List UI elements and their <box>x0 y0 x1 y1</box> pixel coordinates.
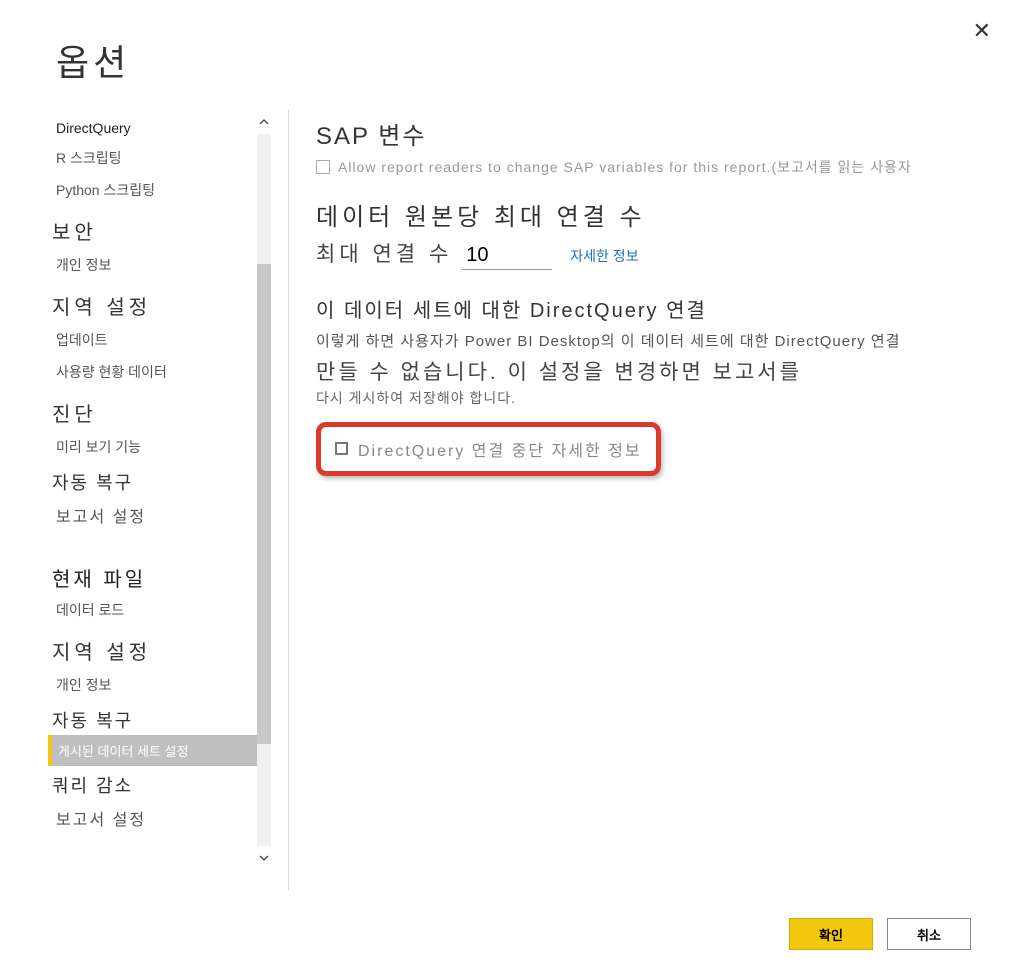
scroll-track[interactable] <box>257 134 271 846</box>
max-conn-row: 최대 연결 수 자세한 정보 <box>316 238 978 270</box>
dq-desc-line2: 만들 수 없습니다. 이 설정을 변경하면 보고서를 <box>316 356 978 386</box>
sidebar-item-python-scripting[interactable]: Python 스크립팅 <box>48 174 268 206</box>
max-conn-more-link[interactable]: 자세한 정보 <box>570 246 638 266</box>
sidebar-item-auto-recovery-2[interactable]: 자동 복구 <box>48 701 268 735</box>
sidebar-item-published-dataset-settings[interactable]: 게시된 데이터 세트 설정 <box>48 735 268 766</box>
sidebar-item-privacy-2[interactable]: 개인 정보 <box>48 669 268 701</box>
dq-section-title: 이 데이터 세트에 대한 DirectQuery 연결 <box>316 294 978 323</box>
max-conn-title: 데이터 원본당 최대 연결 수 <box>316 197 978 232</box>
sidebar-heading-current-file: 현재 파일 <box>48 557 268 594</box>
sap-checkbox-row: Allow report readers to change SAP varia… <box>316 157 978 177</box>
scroll-up-icon[interactable] <box>254 110 274 134</box>
sidebar-heading-regional-2[interactable]: 지역 설정 <box>48 626 268 669</box>
vertical-divider <box>288 110 289 890</box>
scroll-thumb[interactable] <box>257 264 271 744</box>
sidebar-scrollbar[interactable] <box>254 110 274 870</box>
sidebar-item-auto-recovery[interactable]: 자동 복구 <box>48 463 268 497</box>
dq-disconnect-checkbox[interactable] <box>335 442 348 455</box>
sidebar-heading-security[interactable]: 보안 <box>48 206 268 249</box>
dq-disconnect-label: DirectQuery 연결 중단 자세한 정보 <box>358 437 642 461</box>
sap-section-title: SAP 변수 <box>316 116 978 151</box>
ok-button[interactable]: 확인 <box>789 918 873 950</box>
sidebar-item-r-scripting[interactable]: R 스크립팅 <box>48 142 268 174</box>
sidebar-item-update[interactable]: 업데이트 <box>48 324 268 356</box>
max-conn-input[interactable] <box>462 242 552 270</box>
sidebar-item-data-load[interactable]: 데이터 로드 <box>48 594 268 626</box>
sidebar-item-usage-data[interactable]: 사용량 현황 데이터 <box>48 356 268 388</box>
dq-desc-line1: 이렇게 하면 사용자가 Power BI Desktop의 이 데이터 세트에 … <box>316 331 978 354</box>
footer-buttons: 확인 취소 <box>789 918 971 950</box>
sidebar-item-privacy[interactable]: 개인 정보 <box>48 249 268 281</box>
sidebar-item-report-settings-2[interactable]: 보고서 설정 <box>48 800 268 836</box>
scroll-down-icon[interactable] <box>254 846 274 870</box>
dq-disconnect-highlight: DirectQuery 연결 중단 자세한 정보 <box>316 422 661 476</box>
sidebar-heading-regional[interactable]: 지역 설정 <box>48 281 268 324</box>
sidebar-item-query-reduce[interactable]: 쿼리 감소 <box>48 766 268 800</box>
sidebar-item-preview-features[interactable]: 미리 보기 기능 <box>48 431 268 463</box>
sap-checkbox[interactable] <box>316 160 330 174</box>
cancel-button[interactable]: 취소 <box>887 918 971 950</box>
close-icon[interactable]: ✕ <box>973 18 991 44</box>
dialog-title: 옵션 <box>56 34 130 86</box>
content-area: DirectQuery R 스크립팅 Python 스크립팅 보안 개인 정보 … <box>48 110 978 890</box>
sidebar-heading-diagnostics[interactable]: 진단 <box>48 388 268 431</box>
dq-desc-line3: 다시 게시하여 저장해야 합니다. <box>316 388 978 408</box>
sap-checkbox-label: Allow report readers to change SAP varia… <box>338 157 912 177</box>
max-conn-label: 최대 연결 수 <box>316 238 452 268</box>
main-panel: SAP 변수 Allow report readers to change SA… <box>316 110 978 890</box>
sidebar: DirectQuery R 스크립팅 Python 스크립팅 보안 개인 정보 … <box>48 110 268 870</box>
sidebar-item-directquery[interactable]: DirectQuery <box>48 114 268 142</box>
sidebar-item-report-settings[interactable]: 보고서 설정 <box>48 497 268 533</box>
